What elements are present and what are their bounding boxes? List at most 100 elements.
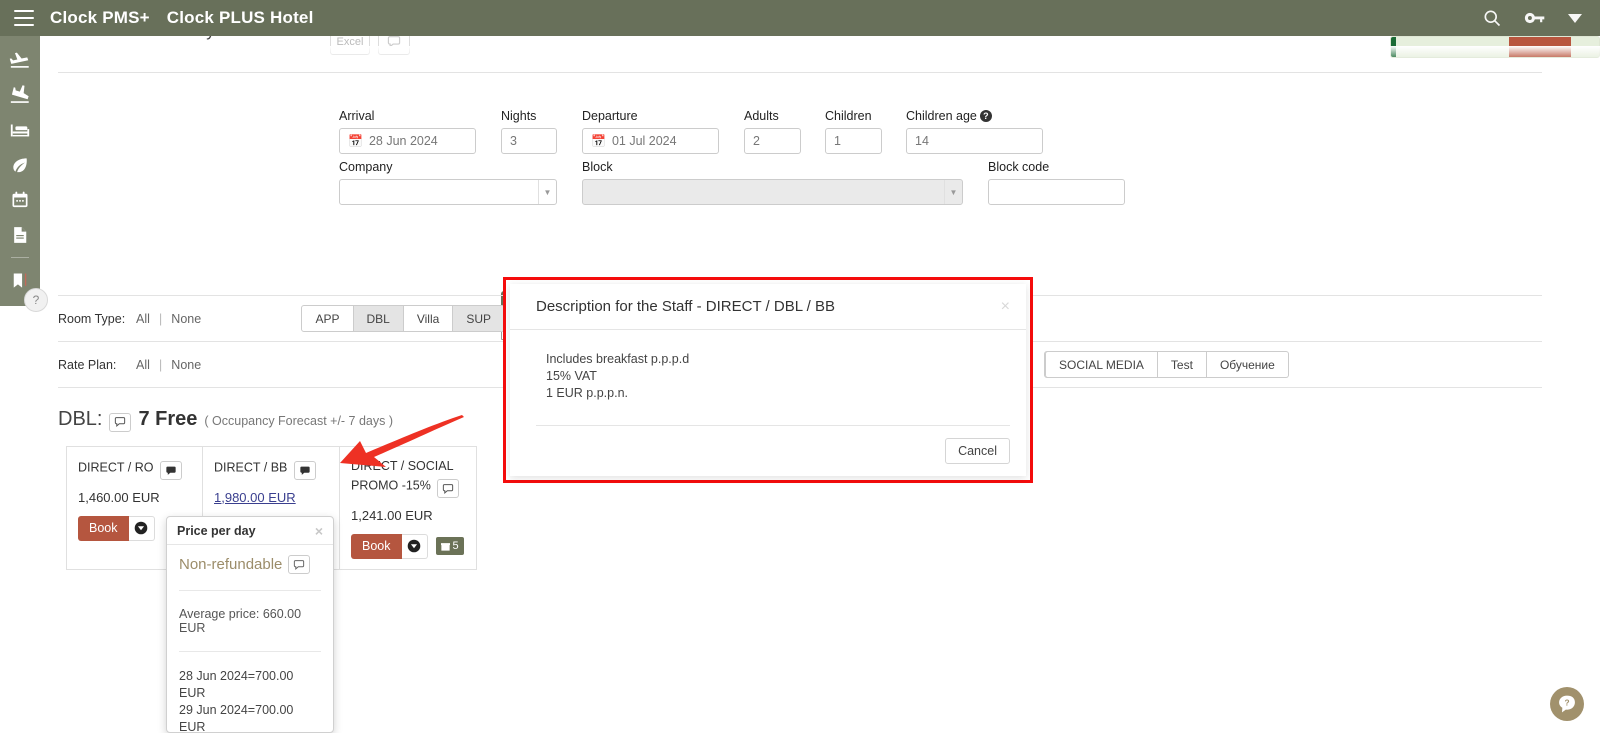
children-input[interactable]: 1 [825,128,882,154]
children-value: 1 [834,134,841,148]
results-header: DBL: 7 Free ( Occupancy Forecast +/- 7 d… [58,408,393,431]
nights-label: Nights [501,109,557,123]
chevron-down-icon: ▼ [944,180,962,204]
box-icon [441,542,450,551]
rate-card-price-link[interactable]: 1,980.00 EUR [214,490,329,505]
adults-value: 2 [753,134,760,148]
sidebar-item-calendar[interactable] [0,182,40,217]
rate-plan-label: Rate Plan: [58,358,136,372]
notification-accent [1391,36,1396,58]
sidebar-item-rooms[interactable] [0,112,40,147]
availability-search-form: Arrival 📅 28 Jun 2024 Nights 3 Departure… [0,72,1600,183]
modal-header: Description for the Staff - DIRECT / DBL… [510,284,1026,330]
block-select[interactable]: ▼ [582,179,963,205]
average-price: Average price: 660.00 EUR [179,607,321,635]
search-icon[interactable] [1482,8,1502,28]
occupancy-forecast-note: ( Occupancy Forecast +/- 7 days ) [204,414,393,428]
modal-text-line: Includes breakfast p.p.p.d [546,351,1000,368]
chat-bubble-icon[interactable] [109,413,131,432]
departure-field-group: Departure 📅 01 Jul 2024 [582,109,719,154]
brand-name: Clock PMS+ [50,8,150,27]
rate-plan-options-right: SOCIAL MEDIA Test Обучение [1045,351,1289,378]
popover-body: Non-refundable Average price: 660.00 EUR… [167,545,333,733]
cancel-button[interactable]: Cancel [945,438,1010,464]
popover-divider [179,651,321,652]
hamburger-icon[interactable] [14,10,34,26]
modal-title: Description for the Staff - DIRECT / DBL… [536,298,835,315]
sidebar-item-housekeeping[interactable] [0,147,40,182]
arrival-label: Arrival [339,109,476,123]
bookmark-icon [10,271,30,291]
chat-bubble-icon[interactable] [160,461,182,480]
app-root: Clock PMS+ Clock PLUS Hotel [0,0,1600,733]
room-type-option-villa[interactable]: Villa [404,305,453,332]
popover-divider [179,590,321,591]
room-type-all-link[interactable]: All [136,312,150,326]
block-code-input[interactable] [988,179,1125,205]
departures-plane-icon [9,84,31,106]
room-type-option-dbl[interactable]: DBL [354,305,404,332]
help-bubble-icon[interactable]: ? [1550,687,1584,721]
company-field-group: Company ▼ [339,160,557,205]
room-type-option-app[interactable]: APP [301,305,353,332]
book-button[interactable]: Book [78,516,129,541]
nights-input[interactable]: 3 [501,128,557,154]
nights-value: 3 [510,134,517,148]
rate-plan-option-obuchenie[interactable]: Обучение [1207,351,1289,378]
free-rooms-count: 7 Free [138,408,197,431]
chevron-down-icon[interactable] [1568,14,1582,23]
children-age-value: 14 [915,134,929,148]
top-bar-actions [1482,8,1582,28]
rate-card-title: DIRECT / SOCIAL PROMO -15% [351,457,466,495]
company-label: Company [339,160,557,174]
help-icon[interactable]: ? [980,110,992,122]
bed-icon [9,119,31,141]
children-age-input[interactable]: 14 [906,128,1043,154]
room-type-option-sup[interactable]: SUP [453,305,505,332]
rate-plan-option-social-media[interactable]: SOCIAL MEDIA [1045,351,1158,378]
calendar-icon [10,190,30,210]
availability-badge: 5 [436,537,464,555]
book-options-caret-icon[interactable] [129,516,155,541]
rate-card-price: 1,241.00 EUR [351,508,466,523]
rate-plan-option-test[interactable]: Test [1158,351,1207,378]
notification-action-button[interactable] [1509,36,1571,58]
chat-bubble-icon[interactable] [288,555,310,574]
adults-label: Adults [744,109,801,123]
sidebar-item-arrivals[interactable] [0,42,40,77]
rate-card: DIRECT / SOCIAL PROMO -15% 1,241.00 EUR … [340,446,477,570]
svg-text:?: ? [1564,698,1569,708]
left-sidebar [0,36,40,306]
departure-value: 01 Jul 2024 [612,134,677,148]
book-button[interactable]: Book [351,534,402,559]
arrivals-plane-icon [9,49,31,71]
close-icon[interactable]: × [1001,298,1010,316]
chat-bubble-icon[interactable] [437,479,459,498]
block-code-label: Block code [988,160,1125,174]
adults-field-group: Adults 2 [744,109,801,154]
price-per-day-popover: Price per day × Non-refundable Average p… [166,516,334,733]
book-options-caret-icon[interactable] [402,534,428,559]
modal-highlight-box: Description for the Staff - DIRECT / DBL… [503,277,1033,483]
arrival-input[interactable]: 📅 28 Jun 2024 [339,128,476,154]
close-icon[interactable]: × [315,523,323,539]
sidebar-item-departures[interactable] [0,77,40,112]
adults-input[interactable]: 2 [744,128,801,154]
separator: | [159,357,162,372]
departure-input[interactable]: 📅 01 Jul 2024 [582,128,719,154]
rate-plan-none-link[interactable]: None [171,358,201,372]
rate-plan-all-link[interactable]: All [136,358,150,372]
room-type-none-link[interactable]: None [171,312,201,326]
top-bar: Clock PMS+ Clock PLUS Hotel [0,0,1600,36]
chat-bubble-icon[interactable] [294,461,316,480]
room-type-label: Room Type: [58,312,136,326]
sidebar-help-button[interactable]: ? [24,288,48,312]
chevron-down-icon: ▼ [538,180,556,204]
rate-card-actions: Book 5 [351,534,466,559]
company-select[interactable]: ▼ [339,179,557,205]
sidebar-item-documents[interactable] [0,217,40,252]
room-type-options: APP DBL Villa SUP [301,305,505,332]
rate-policy-label: Non-refundable [179,556,282,573]
key-icon[interactable] [1524,9,1546,27]
departure-label: Departure [582,109,719,123]
